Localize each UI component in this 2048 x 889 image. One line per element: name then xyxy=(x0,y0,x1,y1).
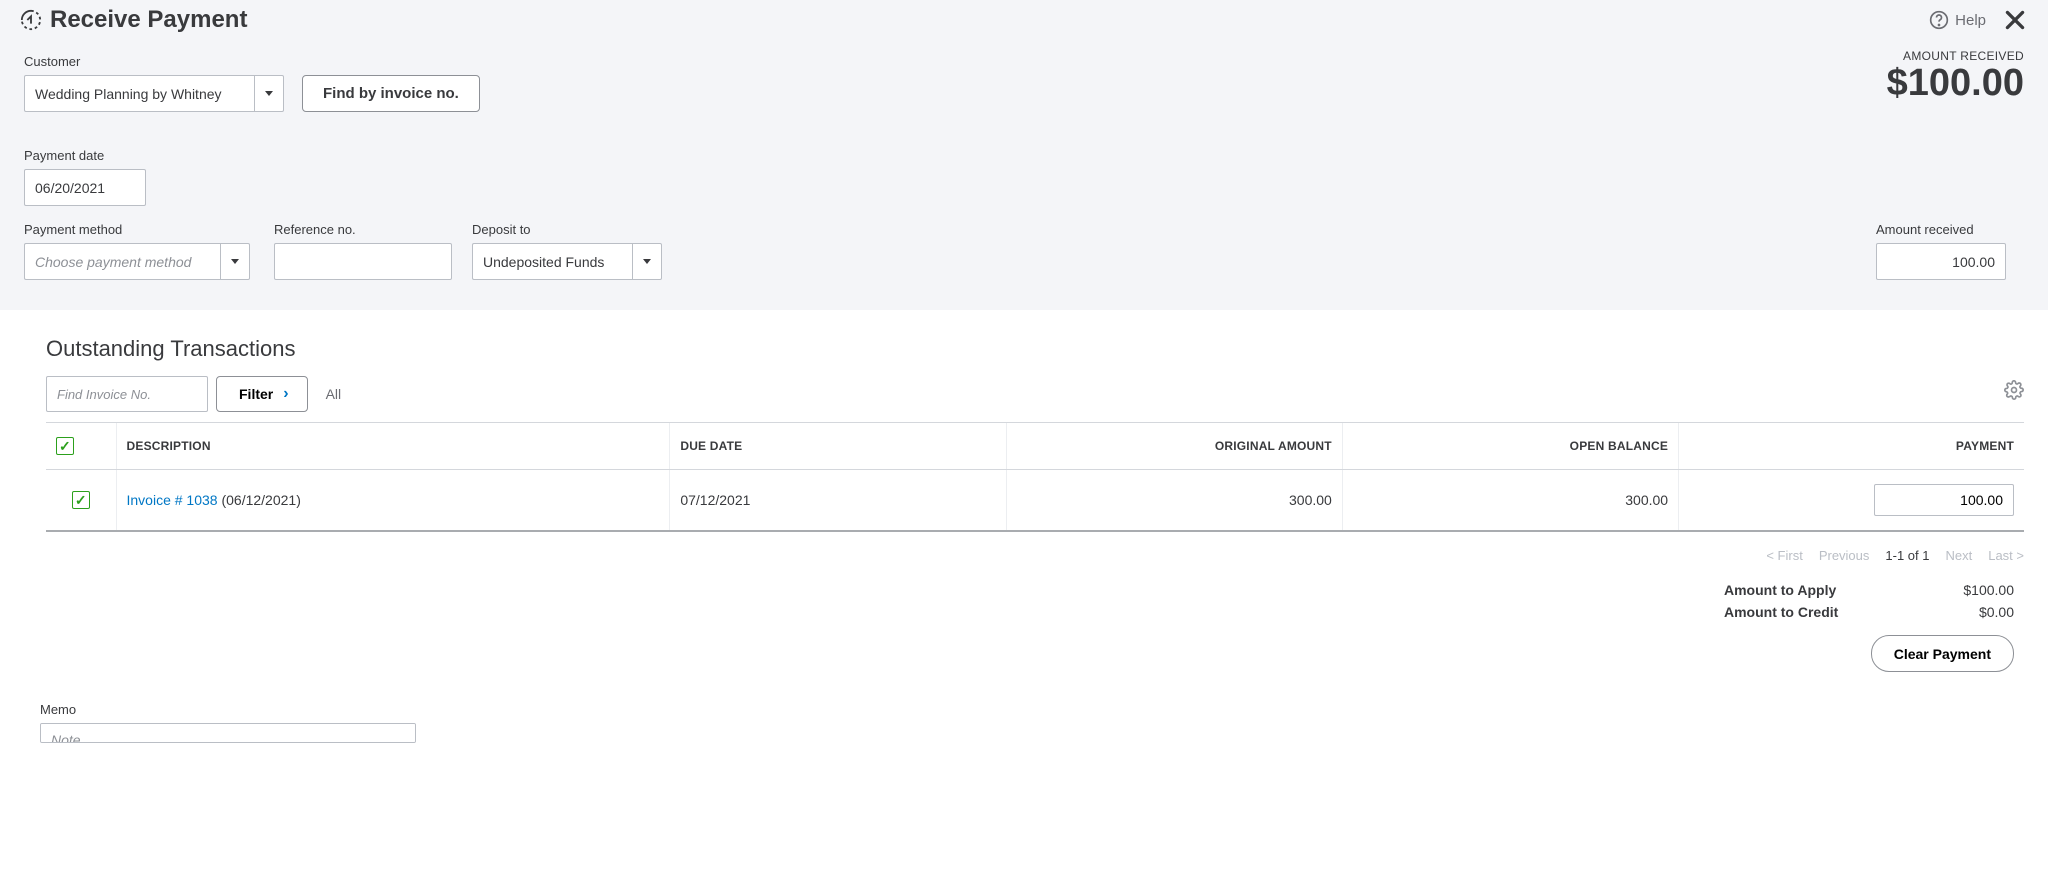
deposit-to-select[interactable] xyxy=(472,243,632,280)
amount-received-label: Amount received xyxy=(1876,222,2006,237)
checkmark-icon: ✓ xyxy=(75,492,87,509)
help-button[interactable]: Help xyxy=(1929,10,1986,30)
deposit-to-label: Deposit to xyxy=(472,222,662,237)
amount-received-summary-label: AMOUNT RECEIVED xyxy=(1887,49,2024,63)
payment-date-input[interactable] xyxy=(24,169,146,206)
amount-to-credit-value: $0.00 xyxy=(1979,604,2014,620)
col-original-amount: ORIGINAL AMOUNT xyxy=(1006,423,1342,470)
chevron-down-icon xyxy=(231,259,239,264)
find-invoice-input[interactable] xyxy=(46,376,208,412)
payment-method-select[interactable] xyxy=(24,243,220,280)
close-button[interactable] xyxy=(2002,7,2028,33)
chevron-down-icon xyxy=(643,259,651,264)
transactions-table: ✓ DESCRIPTION DUE DATE ORIGINAL AMOUNT O… xyxy=(46,422,2024,532)
col-open-balance: OPEN BALANCE xyxy=(1342,423,1678,470)
help-icon xyxy=(1929,10,1949,30)
gear-icon[interactable] xyxy=(2004,380,2024,400)
transactions-section: Outstanding Transactions Filter › All ✓ … xyxy=(0,310,2048,692)
col-due-date: DUE DATE xyxy=(670,423,1006,470)
chevron-down-icon xyxy=(265,91,273,96)
row-payment-input[interactable] xyxy=(1874,484,2014,516)
filter-label: Filter xyxy=(239,386,273,402)
totals: Amount to Apply $100.00 Amount to Credit… xyxy=(1724,579,2024,672)
amount-received-summary: AMOUNT RECEIVED $100.00 xyxy=(1887,49,2024,105)
pagination-range: 1-1 of 1 xyxy=(1885,548,1929,563)
amount-to-apply-value: $100.00 xyxy=(1963,582,2014,598)
customer-select[interactable] xyxy=(24,75,254,112)
memo-textarea[interactable] xyxy=(40,723,416,743)
deposit-to-caret[interactable] xyxy=(632,243,662,280)
chevron-right-icon: › xyxy=(283,385,288,403)
filter-all-label: All xyxy=(326,386,342,402)
pagination-first[interactable]: < First xyxy=(1766,548,1802,563)
help-label: Help xyxy=(1955,12,1986,29)
row-due-date: 07/12/2021 xyxy=(670,470,1006,532)
pagination: < First Previous 1-1 of 1 Next Last > xyxy=(46,532,2024,579)
payment-method-label: Payment method xyxy=(24,222,250,237)
row-checkbox[interactable]: ✓ xyxy=(72,491,90,509)
amount-to-apply-label: Amount to Apply xyxy=(1724,582,1836,598)
outstanding-transactions-title: Outstanding Transactions xyxy=(46,336,2024,362)
amount-received-summary-value: $100.00 xyxy=(1887,63,2024,105)
row-open-balance: 300.00 xyxy=(1342,470,1678,532)
page-title: Receive Payment xyxy=(50,6,247,34)
payment-date-label: Payment date xyxy=(24,148,146,163)
amount-received-input[interactable] xyxy=(1876,243,2006,280)
pagination-previous[interactable]: Previous xyxy=(1819,548,1870,563)
checkmark-icon: ✓ xyxy=(59,438,71,455)
receive-payment-icon xyxy=(20,9,42,31)
form-section: AMOUNT RECEIVED $100.00 Customer Find by… xyxy=(0,44,2048,310)
filter-button[interactable]: Filter › xyxy=(216,376,308,412)
memo-label: Memo xyxy=(40,702,2024,717)
amount-to-credit-label: Amount to Credit xyxy=(1724,604,1838,620)
memo-section: Memo xyxy=(0,692,2048,756)
reference-no-label: Reference no. xyxy=(274,222,452,237)
payment-method-caret[interactable] xyxy=(220,243,250,280)
col-description: DESCRIPTION xyxy=(116,423,670,470)
invoice-date: (06/12/2021) xyxy=(221,492,300,508)
customer-select-caret[interactable] xyxy=(254,75,284,112)
find-by-invoice-button[interactable]: Find by invoice no. xyxy=(302,75,480,112)
invoice-link[interactable]: Invoice # 1038 xyxy=(127,492,218,508)
row-original-amount: 300.00 xyxy=(1006,470,1342,532)
page-header: Receive Payment Help xyxy=(0,0,2048,44)
pagination-next[interactable]: Next xyxy=(1945,548,1972,563)
col-payment: PAYMENT xyxy=(1679,423,2024,470)
pagination-last[interactable]: Last > xyxy=(1988,548,2024,563)
clear-payment-button[interactable]: Clear Payment xyxy=(1871,635,2014,672)
customer-label: Customer xyxy=(24,54,284,69)
table-row: ✓ Invoice # 1038 (06/12/2021) 07/12/2021… xyxy=(46,470,2024,532)
select-all-checkbox[interactable]: ✓ xyxy=(56,437,74,455)
reference-no-input[interactable] xyxy=(274,243,452,280)
